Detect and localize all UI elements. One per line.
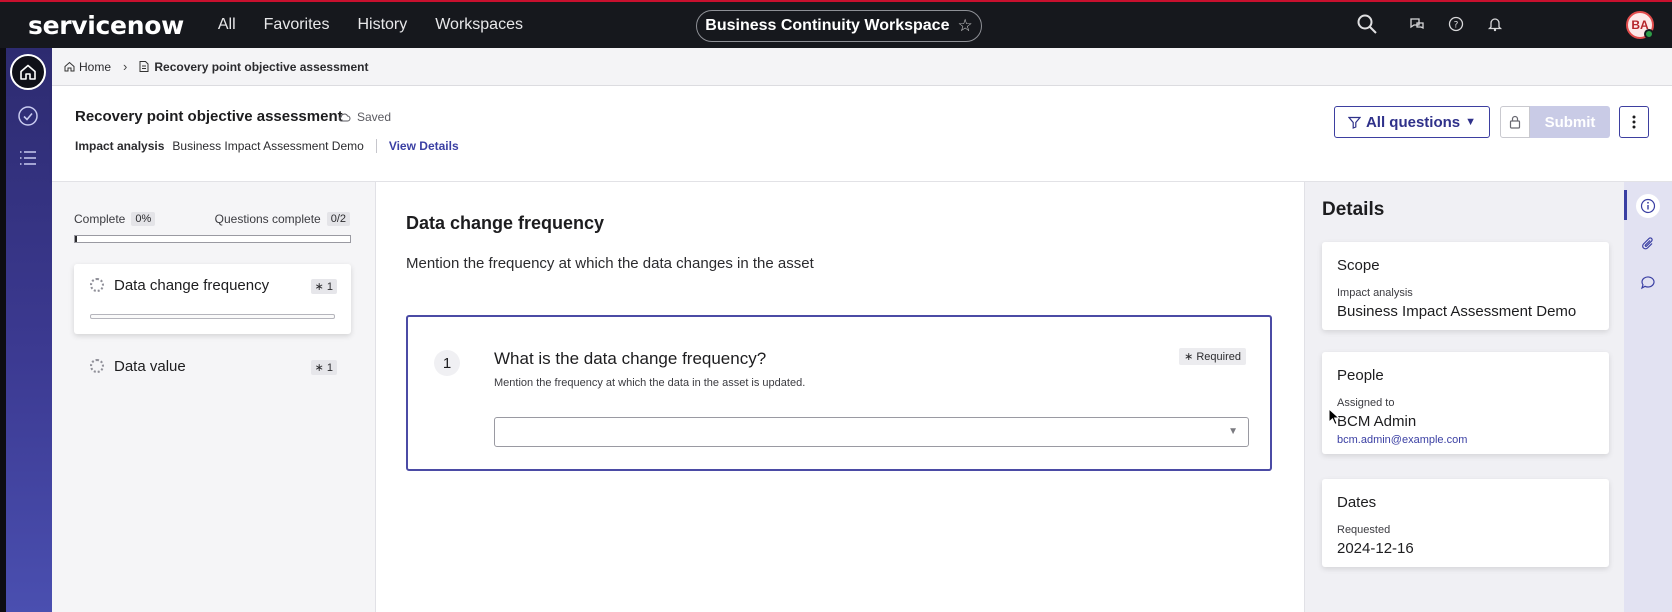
- pending-circle-icon: [90, 359, 104, 373]
- menu-history[interactable]: History: [357, 16, 407, 34]
- view-details-link[interactable]: View Details: [389, 139, 459, 153]
- section-description: Mention the frequency at which the data …: [406, 255, 814, 272]
- save-status: Saved: [338, 110, 391, 124]
- online-status-dot: [1644, 29, 1654, 39]
- filter-icon: [1347, 116, 1361, 129]
- scope-heading: Scope: [1337, 257, 1380, 274]
- user-avatar[interactable]: BA: [1626, 11, 1654, 39]
- record-header: Recovery point objective assessment Save…: [52, 86, 1672, 182]
- breadcrumb-current[interactable]: Recovery point objective assessment: [154, 60, 368, 74]
- section-progress-bar: [90, 314, 335, 319]
- star-icon[interactable]: ☆: [957, 16, 972, 36]
- workspace-name: Business Continuity Workspace: [705, 17, 950, 34]
- impact-analysis-info: Impact analysis Business Impact Assessme…: [75, 139, 459, 153]
- required-count-badge: ∗ 1: [310, 279, 337, 294]
- filter-label: All questions: [1365, 113, 1461, 131]
- mouse-cursor-icon: [1328, 407, 1341, 431]
- svg-text:?: ?: [1454, 21, 1459, 31]
- assigned-to-label: Assigned to: [1337, 397, 1395, 409]
- document-icon: [139, 61, 149, 72]
- servicenow-logo[interactable]: servicenow: [28, 11, 184, 40]
- question-text: What is the data change frequency?: [494, 349, 767, 368]
- assignee-name: BCM Admin: [1337, 413, 1417, 430]
- questions-complete-label: Questions complete: [214, 212, 321, 226]
- questions-complete-value: 0/2: [326, 212, 350, 226]
- menu-favorites[interactable]: Favorites: [264, 16, 330, 34]
- question-area: Data change frequency Mention the freque…: [376, 182, 1304, 612]
- bell-icon[interactable]: [1487, 16, 1503, 32]
- impact-analysis-value: Business Impact Assessment Demo: [172, 139, 364, 153]
- active-tab-indicator: [1624, 190, 1627, 220]
- question-number: 1: [434, 350, 460, 376]
- people-card: People Assigned to BCM Admin bcm.admin@e…: [1322, 352, 1609, 454]
- cloud-icon: [338, 113, 351, 122]
- progress-panel: Complete 0% Questions complete 0/2 Data …: [52, 182, 376, 612]
- checkmark-circle-icon[interactable]: [10, 98, 46, 134]
- caret-down-icon: ▼: [1465, 116, 1477, 128]
- question-card: 1 What is the data change frequency? Men…: [406, 315, 1272, 471]
- divider: [375, 139, 377, 153]
- scope-value: Business Impact Assessment Demo: [1337, 303, 1577, 320]
- scope-label: Impact analysis: [1337, 287, 1413, 299]
- details-title: Details: [1322, 199, 1385, 220]
- dates-heading: Dates: [1337, 494, 1377, 511]
- left-rail: [0, 48, 52, 612]
- main-menu: All Favorites History Workspaces: [218, 16, 523, 34]
- breadcrumb-home[interactable]: Home: [79, 60, 111, 74]
- section-item-data-change-frequency[interactable]: Data change frequency ∗ 1: [74, 264, 351, 334]
- question-help-text: Mention the frequency at which the data …: [494, 377, 806, 389]
- chevron-right-icon: ›: [123, 59, 128, 74]
- workspace-switcher[interactable]: Business Continuity Workspace ☆: [696, 10, 982, 42]
- complete-stat: Complete 0%: [74, 212, 156, 226]
- section-label: Data change frequency: [114, 277, 270, 294]
- answer-select[interactable]: ▼: [494, 417, 1249, 447]
- lock-icon[interactable]: [1500, 106, 1530, 138]
- impact-analysis-label: Impact analysis: [75, 139, 165, 153]
- section-item-data-value[interactable]: Data value ∗ 1: [74, 347, 351, 387]
- list-icon[interactable]: [10, 140, 46, 176]
- pending-circle-icon: [90, 278, 104, 292]
- home-icon[interactable]: [10, 54, 46, 90]
- submit-button[interactable]: Submit: [1530, 106, 1610, 138]
- comment-icon[interactable]: [1636, 270, 1660, 294]
- assignee-email-link[interactable]: bcm.admin@example.com: [1337, 434, 1467, 446]
- required-count-badge: ∗ 1: [310, 360, 337, 375]
- right-tool-rail: [1624, 182, 1672, 612]
- breadcrumb: Home › Recovery point objective assessme…: [52, 48, 1672, 86]
- questions-complete-stat: Questions complete 0/2: [215, 212, 350, 226]
- section-label: Data value: [114, 358, 186, 375]
- scope-card: Scope Impact analysis Business Impact As…: [1322, 242, 1609, 330]
- help-icon[interactable]: ?: [1448, 16, 1464, 32]
- chat-icon[interactable]: [1409, 16, 1425, 32]
- paperclip-icon[interactable]: [1636, 232, 1660, 256]
- required-badge: ∗ Required: [1179, 348, 1246, 365]
- menu-all[interactable]: All: [218, 16, 236, 34]
- complete-label: Complete: [74, 212, 126, 226]
- more-options-icon[interactable]: [1619, 106, 1649, 138]
- complete-value: 0%: [131, 212, 156, 226]
- home-small-icon: [64, 61, 75, 72]
- top-navigation: servicenow All Favorites History Workspa…: [0, 0, 1672, 48]
- details-panel: Details Scope Impact analysis Business I…: [1304, 182, 1624, 612]
- dates-card: Dates Requested 2024-12-16: [1322, 479, 1609, 567]
- chevron-down-icon: ▼: [1228, 426, 1238, 437]
- search-icon[interactable]: [1356, 13, 1378, 35]
- people-heading: People: [1337, 367, 1384, 384]
- saved-label: Saved: [357, 110, 392, 124]
- menu-workspaces[interactable]: Workspaces: [435, 16, 523, 34]
- info-icon[interactable]: [1636, 194, 1660, 218]
- all-questions-filter-button[interactable]: All questions ▼: [1334, 106, 1490, 138]
- section-title: Data change frequency: [406, 213, 605, 233]
- overall-progress-bar: [74, 235, 351, 243]
- page-title: Recovery point objective assessment: [75, 108, 343, 125]
- requested-date: 2024-12-16: [1337, 540, 1414, 557]
- requested-label: Requested: [1337, 524, 1391, 536]
